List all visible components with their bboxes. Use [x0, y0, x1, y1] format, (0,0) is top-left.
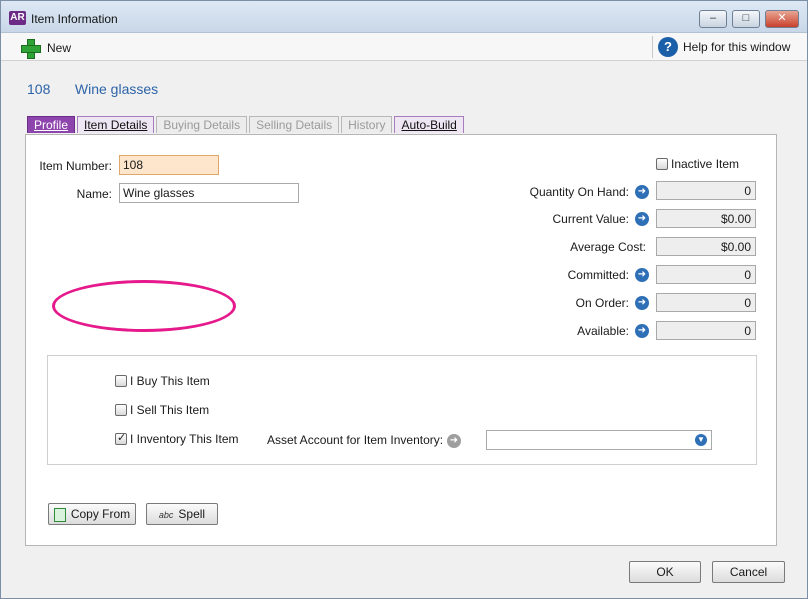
- title-bar: AR Item Information – □ ✕: [1, 1, 807, 33]
- tab-buying-details[interactable]: Buying Details: [156, 116, 248, 133]
- committed-value: 0: [656, 265, 756, 284]
- current-value-link-icon[interactable]: ➜: [635, 212, 649, 226]
- committed-label: Committed:: [567, 268, 629, 282]
- quantity-on-hand-value: 0: [656, 181, 756, 200]
- inactive-item-checkbox[interactable]: [656, 158, 668, 170]
- tab-item-details[interactable]: Item Details: [77, 116, 155, 133]
- tab-bar: Profile Item Details Buying Details Sell…: [27, 116, 466, 134]
- buy-item-checkbox[interactable]: [115, 375, 127, 387]
- inactive-item-label: Inactive Item: [671, 157, 740, 171]
- help-icon: ?: [658, 37, 678, 57]
- name-field[interactable]: Wine glasses: [119, 183, 299, 203]
- copy-icon: [53, 507, 66, 522]
- plus-icon: [21, 39, 41, 59]
- item-number-field[interactable]: 108: [119, 155, 219, 175]
- tab-history[interactable]: History: [341, 116, 393, 133]
- item-usage-group: I Buy This Item I Sell This Item I Inven…: [47, 355, 757, 465]
- window-title: Item Information: [31, 12, 118, 26]
- toolbar-divider: [652, 36, 653, 58]
- tab-profile[interactable]: Profile: [27, 116, 76, 133]
- tab-auto-build[interactable]: Auto-Build: [394, 116, 464, 133]
- available-link-icon[interactable]: ➜: [635, 324, 649, 338]
- highlight-ring: [52, 280, 236, 332]
- on-order-value: 0: [656, 293, 756, 312]
- current-value-label: Current Value:: [552, 212, 629, 226]
- sell-item-label: I Sell This Item: [130, 403, 210, 417]
- asset-account-label: Asset Account for Item Inventory:: [267, 433, 444, 447]
- quantity-on-hand-link-icon[interactable]: ➜: [635, 185, 649, 199]
- new-button-label: New: [47, 41, 72, 55]
- average-cost-label: Average Cost:: [570, 240, 646, 254]
- asset-account-link-icon[interactable]: ➜: [447, 434, 461, 448]
- buy-item-label: I Buy This Item: [130, 374, 210, 388]
- cancel-button[interactable]: Cancel: [712, 561, 785, 583]
- chevron-down-icon[interactable]: ▼: [695, 434, 707, 446]
- ok-button[interactable]: OK: [629, 561, 701, 583]
- current-value-value: $0.00: [656, 209, 756, 228]
- item-information-window: AR Item Information – □ ✕ New ? Help for…: [0, 0, 808, 599]
- spell-check-icon: abc: [158, 509, 174, 520]
- record-name: Wine glasses: [74, 81, 159, 97]
- average-cost-value: $0.00: [656, 237, 756, 256]
- record-header: 108 Wine glasses: [27, 81, 158, 97]
- copy-from-label: Copy From: [70, 507, 131, 521]
- profile-panel: Item Number: 108 Name: Wine glasses Inac…: [25, 134, 777, 546]
- help-button[interactable]: ? Help for this window: [658, 37, 790, 57]
- available-value: 0: [656, 321, 756, 340]
- minimize-button[interactable]: –: [699, 10, 727, 28]
- spell-label: Spell: [178, 507, 206, 521]
- sell-item-checkbox[interactable]: [115, 404, 127, 416]
- inventory-item-label: I Inventory This Item: [130, 432, 239, 446]
- inventory-item-checkbox[interactable]: [115, 431, 127, 445]
- tab-selling-details[interactable]: Selling Details: [249, 116, 340, 133]
- close-button[interactable]: ✕: [765, 10, 799, 28]
- asset-account-dropdown[interactable]: ▼: [486, 430, 712, 450]
- available-label: Available:: [577, 324, 629, 338]
- toolbar: New ? Help for this window: [1, 33, 807, 61]
- help-button-label: Help for this window: [683, 40, 791, 54]
- on-order-link-icon[interactable]: ➜: [635, 296, 649, 310]
- app-logo-icon: AR: [9, 11, 26, 25]
- copy-from-button[interactable]: Copy From: [48, 503, 136, 525]
- record-number: 108: [27, 81, 51, 97]
- maximize-button[interactable]: □: [732, 10, 760, 28]
- quantity-on-hand-label: Quantity On Hand:: [529, 185, 629, 199]
- item-number-label: Item Number:: [39, 159, 112, 173]
- new-button[interactable]: New: [21, 38, 72, 59]
- spell-button[interactable]: abc Spell: [146, 503, 218, 525]
- committed-link-icon[interactable]: ➜: [635, 268, 649, 282]
- on-order-label: On Order:: [575, 296, 629, 310]
- name-label: Name:: [76, 187, 112, 201]
